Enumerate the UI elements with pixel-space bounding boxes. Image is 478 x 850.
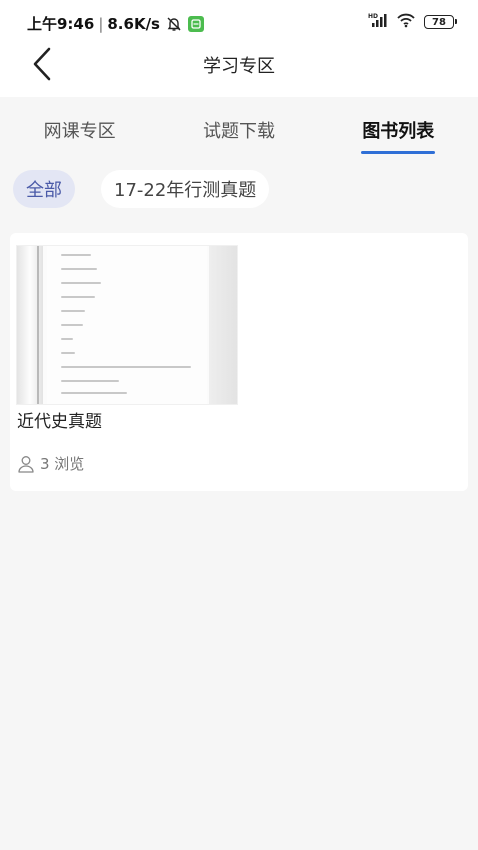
book-views: 3 浏览	[17, 453, 84, 474]
status-left: 上午9:46 | 8.6K/s	[27, 13, 204, 34]
battery-icon: 78	[424, 15, 457, 29]
book-title: 近代史真题	[17, 412, 102, 432]
wifi-icon	[396, 12, 416, 32]
status-time: 上午9:46	[27, 15, 95, 33]
network-speed: 8.6K/s	[107, 14, 160, 33]
signal-hd-label: HD	[368, 13, 378, 20]
mute-bell-icon	[166, 16, 182, 32]
app-notification-icon	[187, 15, 204, 32]
view-count: 3 浏览	[40, 455, 85, 473]
book-list: 近代史真题 3 浏览	[0, 215, 478, 491]
filter-chips: 全部 17-22年行测真题	[0, 163, 478, 215]
page-title: 学习专区	[203, 56, 275, 77]
filter-chip-exam-years[interactable]: 17-22年行测真题	[101, 170, 270, 208]
tab-exam-downloads[interactable]: 试题下载	[159, 97, 318, 163]
tab-book-list[interactable]: 图书列表	[319, 97, 478, 163]
cellular-signal-icon: HD	[368, 12, 388, 32]
nav-bar: 学习专区	[0, 42, 478, 97]
status-separator: |	[98, 14, 104, 33]
status-right: HD 78	[368, 12, 457, 32]
status-bar: 上午9:46 | 8.6K/s HD 78	[0, 0, 478, 42]
book-cover-image	[16, 245, 238, 405]
tab-bar: 网课专区 试题下载 图书列表	[0, 97, 478, 163]
book-card[interactable]: 近代史真题 3 浏览	[10, 233, 468, 491]
filter-chip-all[interactable]: 全部	[13, 170, 75, 208]
tab-online-courses[interactable]: 网课专区	[0, 97, 159, 163]
top-bar: 上午9:46 | 8.6K/s HD 78 学习专区	[0, 0, 478, 97]
user-icon	[18, 455, 34, 473]
